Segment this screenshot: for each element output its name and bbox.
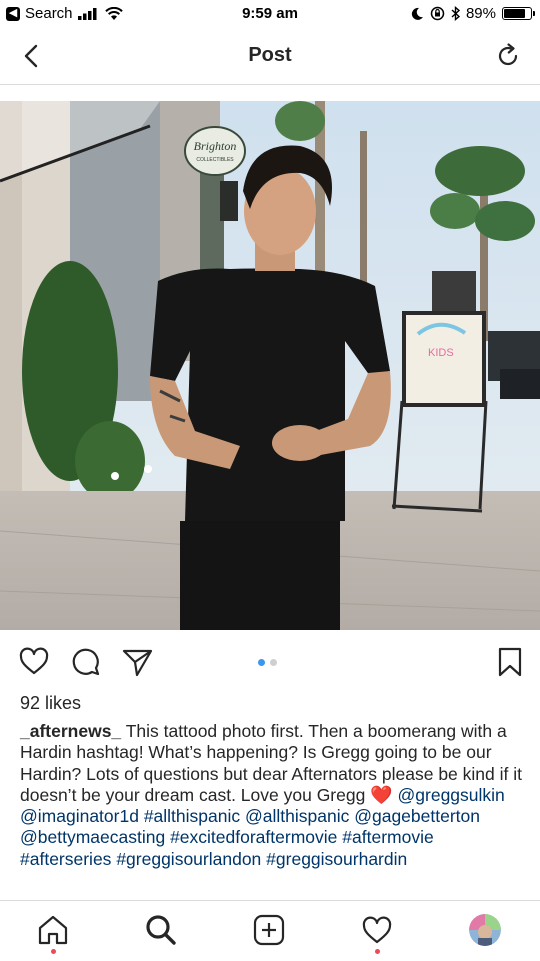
battery-percent: 89% [465, 5, 496, 22]
mention-link[interactable]: @gagebetterton [354, 806, 480, 826]
hashtag-link[interactable]: #aftermovie [342, 827, 433, 847]
refresh-icon[interactable] [494, 42, 522, 70]
hashtag-link[interactable]: #allthispanic [144, 806, 240, 826]
status-bar: ◀ Search 9:59 am 89% [0, 0, 540, 28]
mention-link[interactable]: @greggsulkin [398, 785, 505, 805]
post-photo[interactable]: Brighton COLLECTIBLES KIDS [0, 101, 540, 630]
mention-link[interactable]: @bettymaecasting [20, 827, 165, 847]
profile-avatar[interactable] [469, 914, 501, 946]
new-post-icon[interactable] [252, 913, 286, 947]
shop-sign: Brighton [194, 139, 237, 153]
mention-link[interactable]: @allthispanic [245, 806, 349, 826]
activity-heart-icon[interactable] [360, 913, 394, 947]
post-caption: _afternews_ This tattood photo first. Th… [20, 721, 525, 870]
like-heart-icon[interactable] [18, 646, 50, 678]
tab-bar [0, 900, 540, 961]
likes-count[interactable]: 92 likes [20, 693, 81, 714]
bluetooth-icon [451, 6, 460, 21]
svg-text:COLLECTIBLES: COLLECTIBLES [196, 157, 234, 163]
hashtag-link[interactable]: #greggisourlandon [116, 849, 261, 869]
carousel-dot-active [258, 659, 265, 666]
carousel-indicator [258, 659, 277, 666]
hashtag-link[interactable]: #greggisourhardin [266, 849, 407, 869]
comment-icon[interactable] [70, 646, 102, 678]
carousel-dot [270, 659, 277, 666]
mention-link[interactable]: @imaginator1d [20, 806, 139, 826]
share-direct-icon[interactable] [122, 646, 154, 678]
nav-bar: Post [0, 28, 540, 85]
page-title: Post [248, 44, 292, 66]
orientation-lock-icon [430, 6, 445, 21]
red-heart-emoji: ❤️ [370, 784, 393, 805]
action-row [0, 642, 540, 682]
activity-notification-dot [375, 949, 380, 954]
caption-username[interactable]: _afternews_ [20, 721, 121, 741]
home-icon[interactable] [36, 913, 70, 947]
hashtag-link[interactable]: #afterseries [20, 849, 111, 869]
post-image: Brighton COLLECTIBLES KIDS [0, 101, 540, 630]
home-notification-dot [51, 949, 56, 954]
search-icon[interactable] [144, 913, 178, 947]
svg-text:KIDS: KIDS [428, 347, 454, 359]
moon-icon [411, 7, 423, 20]
hashtag-link[interactable]: #excitedforaftermovie [170, 827, 337, 847]
status-right: 89% [411, 5, 535, 22]
battery-icon [502, 7, 535, 20]
bookmark-icon[interactable] [494, 646, 526, 678]
